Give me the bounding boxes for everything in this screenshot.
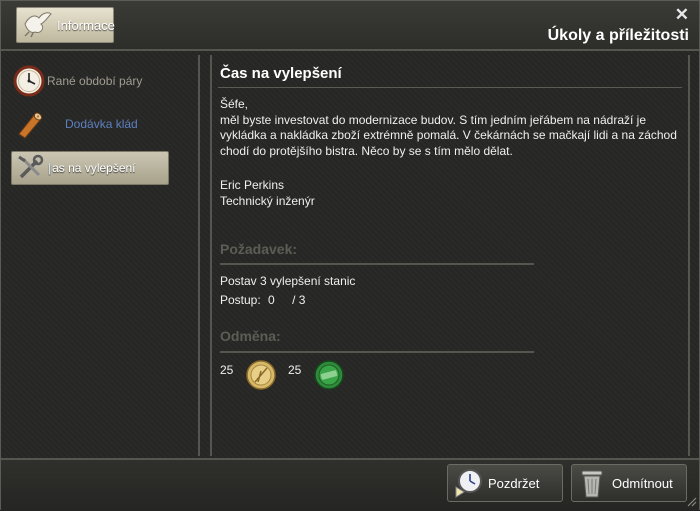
reject-label: Odmítnout	[612, 475, 673, 491]
progress-current: 0	[268, 293, 275, 307]
requirement-divider	[220, 263, 534, 265]
progress-total: / 3	[292, 293, 306, 307]
reject-button[interactable]: Odmítnout	[571, 464, 687, 502]
close-icon[interactable]: ✕	[675, 5, 689, 25]
reward-money-value: 25	[288, 363, 302, 377]
quest-heading: Čas na vylepšení	[220, 65, 342, 82]
heading-divider	[218, 87, 682, 88]
reward-divider	[220, 351, 534, 353]
progress-label: Postup:	[220, 293, 261, 307]
window-title: Úkoly a příležitosti	[547, 27, 689, 44]
postpone-button[interactable]: Pozdržet	[447, 464, 563, 502]
quest-window: Informace Úkoly a příležitosti ✕ Rané ob…	[0, 0, 700, 511]
money-coin-icon	[313, 359, 345, 396]
greeting-text: Šéfe,	[220, 97, 249, 111]
requirement-title: Požadavek:	[220, 241, 298, 257]
quest-detail: Čas na vylepšení Šéfe, měl byste investo…	[210, 55, 690, 456]
signature-role: Technický inženýr	[220, 193, 315, 208]
quest-label: as na vylepšení	[52, 161, 136, 175]
quest-item-log-delivery[interactable]: Dodávka klád	[11, 107, 169, 141]
quest-cursor: |	[48, 161, 52, 175]
postpone-label: Pozdržet	[488, 475, 540, 491]
quest-label: Dodávka klád	[65, 117, 138, 131]
stopwatch-icon	[448, 465, 488, 501]
quest-label: Rané období páry	[47, 74, 143, 88]
progress-line: Postup: 0 / 3	[220, 293, 305, 307]
wrench-icon	[12, 151, 48, 185]
title-bar: Informace Úkoly a příležitosti ✕	[1, 1, 699, 51]
quest-list: Rané období páry Dodávka klád | as na vy…	[4, 55, 200, 456]
clock-icon	[11, 64, 47, 98]
quest-item-early-steam[interactable]: Rané období páry	[11, 64, 169, 98]
info-tab-button[interactable]: Informace	[16, 7, 115, 43]
quest-item-upgrade-time[interactable]: | as na vylepšení	[11, 151, 169, 185]
quest-description: Šéfe, měl byste investovat do modernizac…	[220, 97, 686, 159]
log-icon	[11, 107, 47, 141]
footer-bar: Pozdržet Odmítnout	[1, 458, 699, 511]
signature-name: Eric Perkins	[220, 178, 285, 192]
trash-can-icon	[572, 465, 612, 501]
dove-icon	[21, 10, 55, 41]
reward-title: Odměna:	[220, 328, 281, 344]
body-text: měl byste investovat do modernizace budo…	[220, 112, 677, 158]
resize-grip-icon[interactable]	[685, 495, 697, 507]
reward-prestige-value: 25	[220, 363, 234, 377]
signature: Eric Perkins Technický inženýr	[220, 178, 315, 209]
info-tab-label: Informace	[57, 17, 115, 33]
prestige-medal-icon	[245, 359, 277, 396]
requirement-line: Postav 3 vylepšení stanic	[220, 274, 356, 288]
